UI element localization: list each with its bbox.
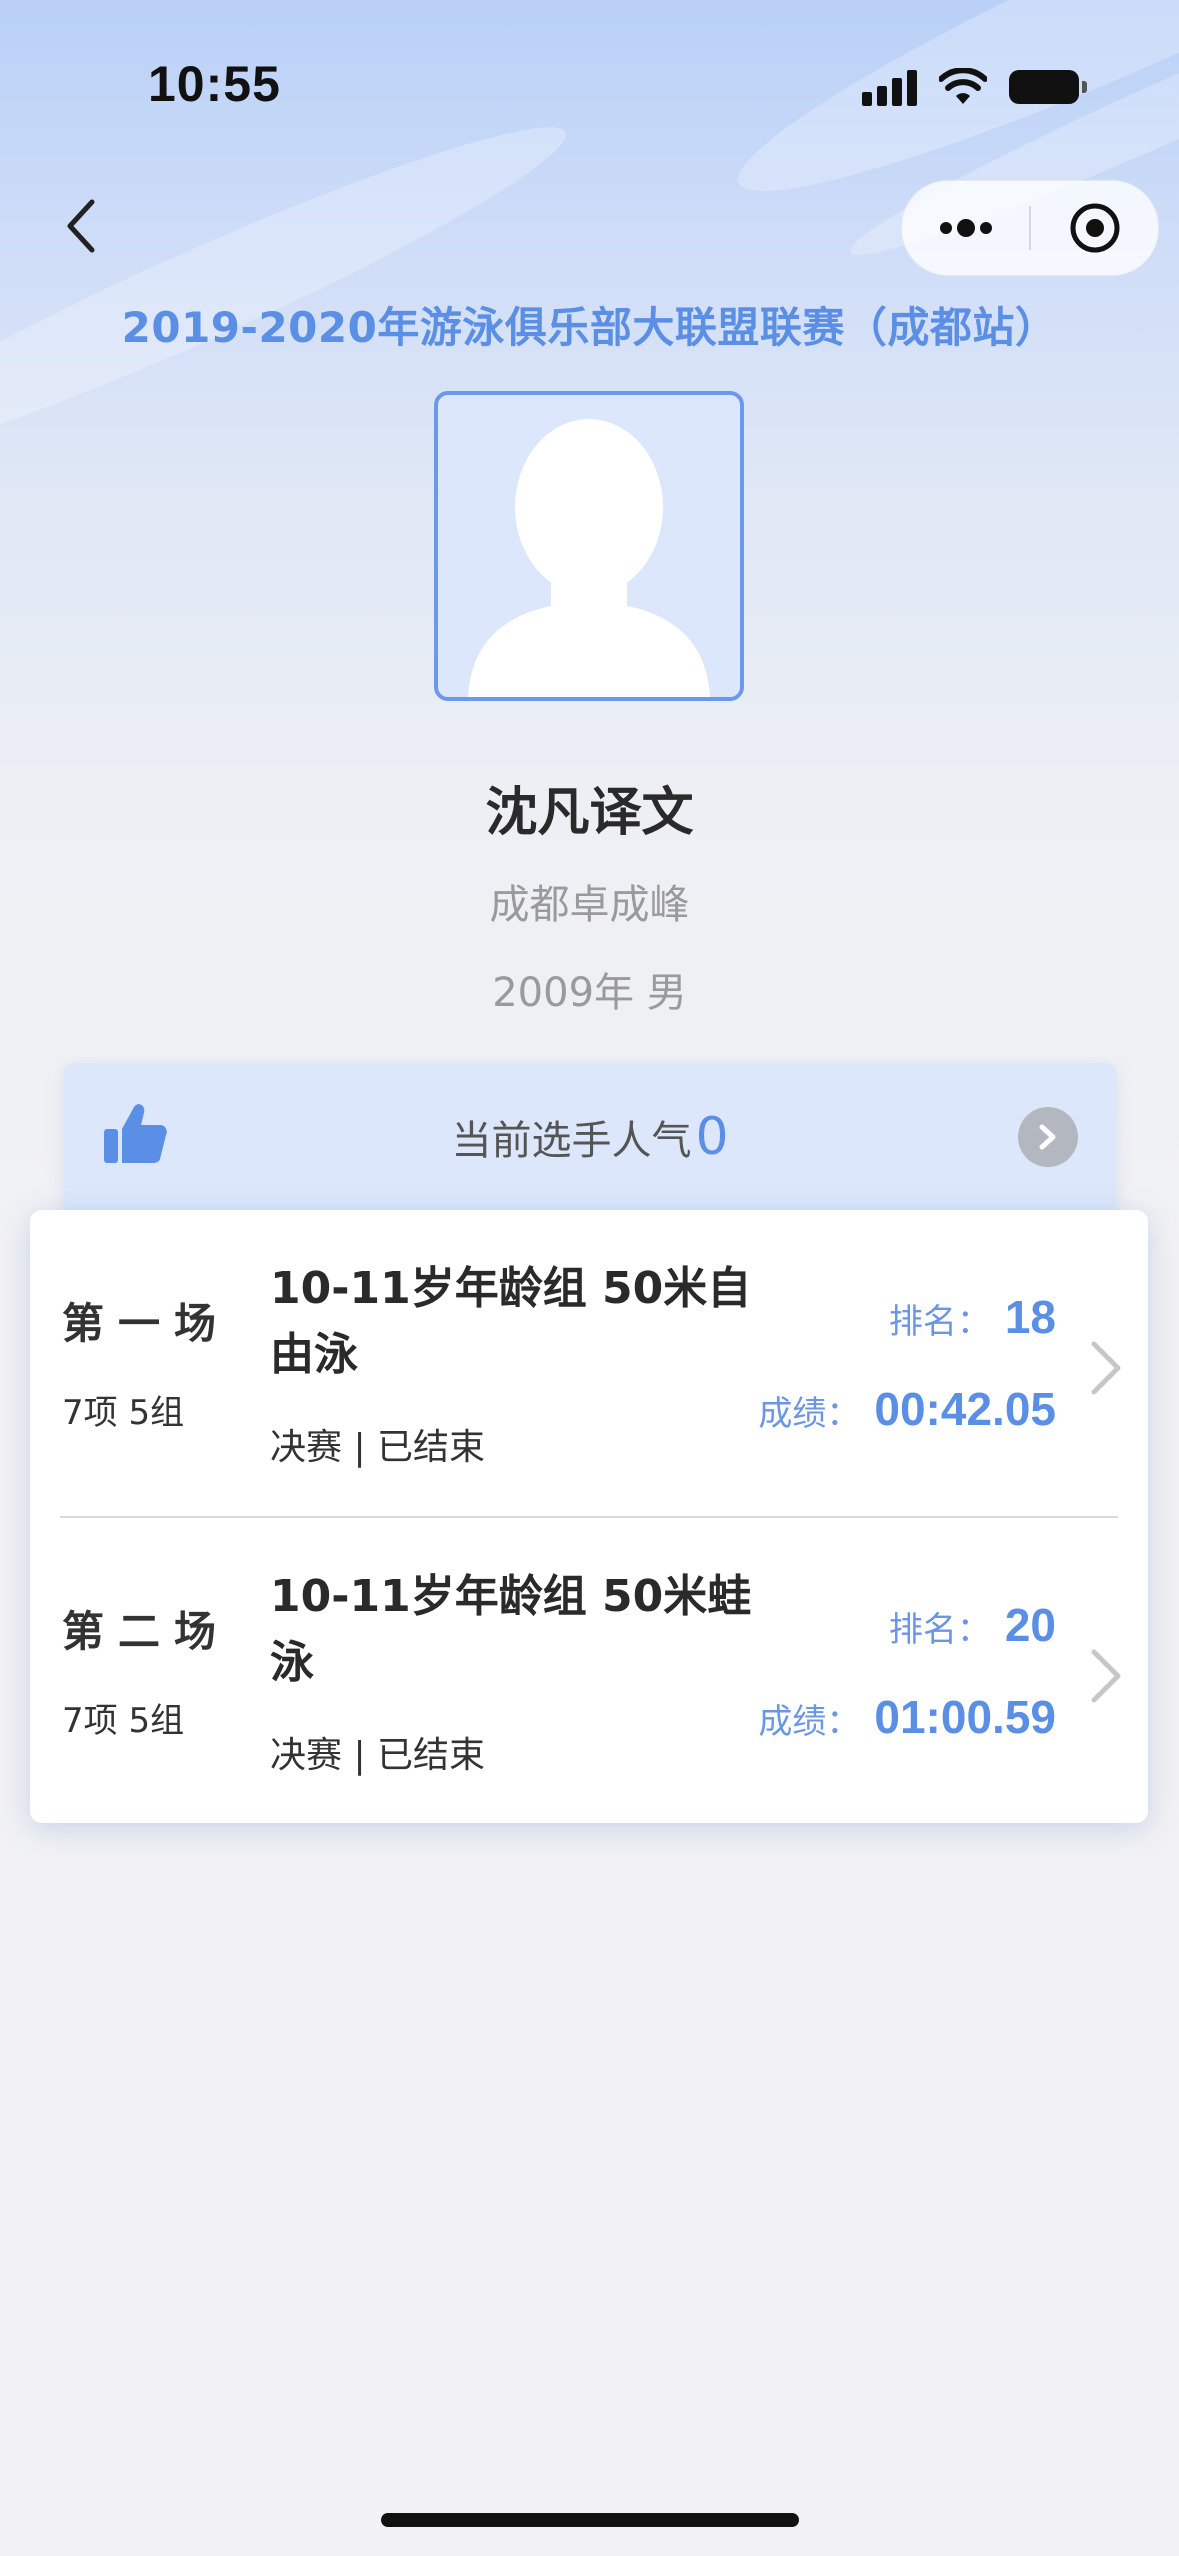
- score-value: 01:00.59: [874, 1691, 1056, 1743]
- avatar: [434, 391, 744, 701]
- status-label: 决赛 | 已结束: [270, 1735, 486, 1776]
- player-club: 成都卓成峰: [489, 882, 690, 928]
- session-label: 第一场: [62, 1299, 231, 1348]
- heat-label: 7项 5组: [62, 1701, 185, 1741]
- result-row[interactable]: 第一场 7项 5组 10-11岁年龄组 50米自由泳 决赛 | 已结束 排名： …: [30, 1210, 1148, 1516]
- cellular-signal-icon: [862, 68, 917, 106]
- heat-label: 7项 5组: [62, 1393, 185, 1433]
- rank-label: 排名：: [888, 1610, 991, 1650]
- rank: 排名： 18: [889, 1290, 1056, 1344]
- more-dots-icon: [939, 219, 992, 237]
- chevron-left-icon: [67, 199, 95, 253]
- chevron-right-icon: [1091, 1341, 1121, 1395]
- rank-value: 18: [1004, 1291, 1056, 1343]
- status-time: 10:55: [148, 56, 281, 112]
- event-name: 10-11岁年龄组 50米蛙泳: [270, 1571, 752, 1688]
- chevron-right-icon: [1091, 1649, 1121, 1703]
- status-icons: [862, 64, 1087, 110]
- wifi-icon: [939, 68, 987, 104]
- battery-icon: [1009, 70, 1087, 104]
- result-row[interactable]: 第二场 7项 5组 10-11岁年龄组 50米蛙泳 决赛 | 已结束 排名： 2…: [30, 1518, 1148, 1824]
- score-value: 00:42.05: [874, 1383, 1056, 1435]
- score-label: 成绩：: [758, 1702, 861, 1742]
- results-card: 第一场 7项 5组 10-11岁年龄组 50米自由泳 决赛 | 已结束 排名： …: [30, 1210, 1148, 1823]
- popularity-arrow-button[interactable]: [1018, 1107, 1078, 1167]
- session-label: 第二场: [62, 1607, 231, 1656]
- rank: 排名： 20: [889, 1598, 1056, 1652]
- rank-value: 20: [1004, 1599, 1056, 1651]
- popularity-label: 当前选手人气: [451, 1118, 692, 1164]
- chevron-right-icon: [1039, 1124, 1056, 1150]
- popularity-count: 0: [695, 1107, 729, 1167]
- status-label: 决赛 | 已结束: [270, 1427, 486, 1468]
- back-button[interactable]: [52, 196, 112, 256]
- player-name: 沈凡译文: [485, 783, 694, 843]
- popularity-bar: 当前选手人气0: [64, 1063, 1116, 1223]
- score: 成绩： 01:00.59: [758, 1690, 1056, 1744]
- popularity-text: 当前选手人气0: [64, 1107, 1116, 1167]
- close-button[interactable]: [1031, 181, 1158, 275]
- rank-label: 排名：: [888, 1302, 991, 1342]
- score-label: 成绩：: [758, 1394, 861, 1434]
- event-name: 10-11岁年龄组 50米自由泳: [270, 1263, 752, 1380]
- event-title: 2019-2020年游泳俱乐部大联盟联赛（成都站）: [121, 303, 1058, 352]
- mini-program-capsule: [901, 180, 1159, 276]
- player-birth-gender: 2009年 男: [492, 970, 687, 1016]
- person-silhouette-icon: [468, 419, 710, 697]
- score: 成绩： 00:42.05: [758, 1382, 1056, 1436]
- home-indicator: [381, 2513, 799, 2527]
- target-circle-icon: [1070, 203, 1119, 253]
- more-button[interactable]: [902, 181, 1029, 275]
